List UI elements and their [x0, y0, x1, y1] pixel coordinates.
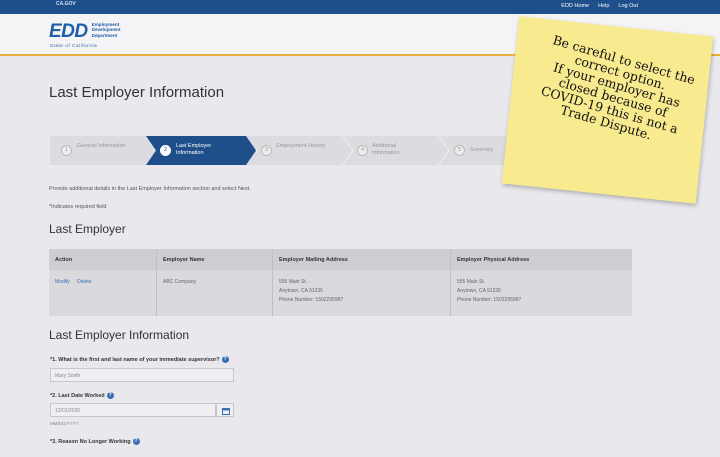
question-last-date-label: *2. Last Date Worked ?	[50, 392, 114, 399]
top-links: EDD Home Help Log Out	[561, 3, 638, 9]
step-label: Last Employer Information	[176, 143, 212, 156]
cell-employer-name: ABC Company	[157, 270, 273, 316]
ca-gov-logo[interactable]: CA.GOV	[56, 1, 76, 7]
step-employment-history[interactable]: 3 Employment History	[248, 136, 352, 165]
edd-logo-text: EDD	[49, 21, 88, 42]
cell-actions: Modify Delete	[49, 270, 157, 316]
help-icon[interactable]: ?	[132, 438, 140, 445]
last-date-worked-input[interactable]: 12/01/2020	[50, 403, 216, 417]
supervisor-name-input[interactable]: Mary Smith	[50, 368, 234, 382]
step-number: 3	[261, 145, 272, 156]
required-note: *Indicates required field	[49, 204, 107, 210]
calendar-button[interactable]	[216, 403, 234, 417]
help-icon[interactable]: ?	[106, 392, 114, 399]
cell-physical-address: 555 Main St. Anytown, CA 91235 Phone Num…	[457, 279, 522, 303]
progress-stepper: 1 General Information 2 Last Employer In…	[50, 136, 530, 165]
step-general-information[interactable]: 1 General Information	[50, 136, 158, 165]
modify-link[interactable]: Modify	[55, 279, 70, 285]
cell-mailing-address: 555 Main St. Anytown, CA 91235 Phone Num…	[273, 270, 451, 316]
header-physical-address: Employer Physical Address	[457, 257, 530, 263]
step-label: General Information	[77, 143, 126, 149]
table-header: Action Employer Name Employer Mailing Ad…	[49, 249, 632, 270]
header-mailing-address: Employer Mailing Address	[273, 249, 451, 270]
delete-link[interactable]: Delete	[77, 279, 91, 285]
header-employer-name: Employer Name	[157, 249, 273, 270]
edd-logo[interactable]: EDD Employment Development Department St…	[49, 21, 121, 48]
question-reason-label: *3. Reason No Longer Working ?	[50, 438, 140, 445]
edd-home-link[interactable]: EDD Home	[561, 3, 589, 9]
section-title-last-employer: Last Employer	[49, 222, 126, 236]
edd-logo-state: State of California	[50, 43, 98, 48]
top-bar: CA.GOV EDD Home Help Log Out	[0, 0, 720, 14]
step-number: 4	[357, 145, 368, 156]
date-format-hint: MM/DD/YYYY	[50, 421, 79, 426]
step-additional-information[interactable]: 4 Additional Information	[344, 136, 448, 165]
help-link[interactable]: Help	[598, 3, 609, 9]
calendar-icon	[222, 408, 230, 415]
edd-logo-dept: Employment Development Department	[91, 22, 121, 38]
header-action: Action	[49, 249, 157, 270]
step-number: 2	[160, 145, 171, 156]
help-icon[interactable]: ?	[221, 356, 229, 363]
step-number: 5	[454, 145, 465, 156]
table-row: Modify Delete ABC Company 555 Main St. A…	[49, 270, 632, 316]
step-label: Additional Information	[372, 143, 400, 156]
question-supervisor-label: *1. What is the first and last name of y…	[50, 356, 229, 363]
step-number: 1	[61, 145, 72, 156]
section-title-last-employer-information: Last Employer Information	[49, 328, 190, 342]
page-title: Last Employer Information	[49, 84, 225, 101]
employer-table: Action Employer Name Employer Mailing Ad…	[49, 249, 632, 316]
step-last-employer-information[interactable]: 2 Last Employer Information	[146, 136, 256, 165]
log-out-link[interactable]: Log Out	[618, 3, 638, 9]
step-label: Employment History	[276, 143, 326, 149]
help-text: Provide additional details in the Last E…	[49, 186, 251, 192]
